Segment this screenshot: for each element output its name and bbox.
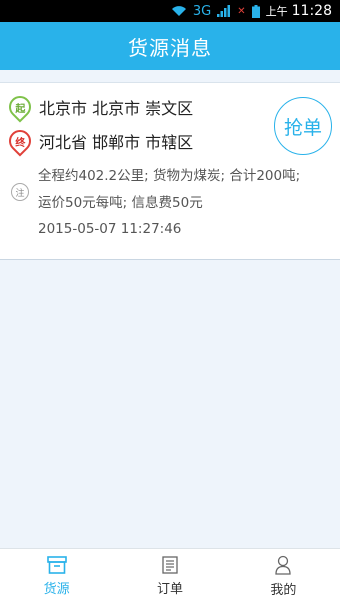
cargo-card[interactable]: 起 北京市 北京市 崇文区 终 河北省 邯郸市 市辖区 抢单 注 全程约402.… [0,82,340,260]
destination-location: 河北省 邯郸市 市辖区 [39,133,194,152]
start-pin-icon: 起 [4,91,36,123]
network-type: 3G [192,3,212,19]
tab-orders-label: 订单 [156,582,183,597]
bottom-tab-bar: 货源 订单 我的 [0,548,340,604]
tab-mine[interactable]: 我的 [227,549,340,604]
battery-icon [251,4,260,18]
destination-row: 终 河北省 邯郸市 市辖区 [4,125,194,157]
status-ampm: 上午 [265,5,288,18]
tab-cargo[interactable]: 货源 [0,549,113,604]
origin-location: 北京市 北京市 崇文区 [39,99,194,118]
order-list-icon [162,556,178,574]
grab-order-button[interactable]: 抢单 [274,97,332,155]
tab-mine-label: 我的 [270,583,297,598]
tab-cargo-label: 货源 [43,582,70,597]
cargo-detail: 全程约402.2公里; 货物为煤炭; 合计200吨; 运价50元每吨; 信息费5… [38,163,334,217]
cargo-timestamp: 2015-05-07 11:27:46 [38,221,182,237]
status-time: 11:28 [291,3,332,19]
detail-line-2: 运价50元每吨; 信息费50元 [38,195,203,211]
origin-badge: 起 [15,103,25,115]
app-header: 货源消息 [0,22,340,70]
end-pin-icon: 终 [4,125,36,157]
origin-row: 起 北京市 北京市 崇文区 [4,91,194,123]
page-title: 货源消息 [128,35,212,60]
detail-line-1: 全程约402.2公里; 货物为煤炭; 合计200吨; [38,168,301,184]
wifi-icon [171,5,187,17]
no-sim-icon: ✕ [237,5,246,17]
signal-icon [217,5,231,17]
destination-badge: 终 [15,137,25,149]
person-icon [275,555,291,575]
note-icon: 注 [11,183,29,201]
status-bar: 3G ✕ 上午 11:28 [0,0,340,22]
cargo-box-icon [46,556,67,574]
tab-orders[interactable]: 订单 [113,549,226,604]
